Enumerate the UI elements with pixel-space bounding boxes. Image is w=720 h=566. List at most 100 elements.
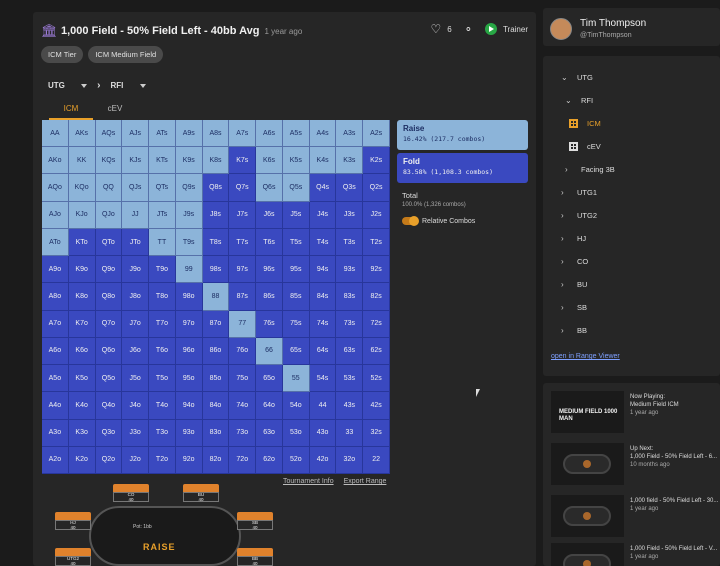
user-name[interactable]: Tim Thompson	[580, 18, 646, 29]
hand-cell[interactable]: 42o	[309, 446, 337, 474]
hand-cell[interactable]: K4o	[68, 392, 96, 420]
hand-cell[interactable]: K5s	[282, 147, 310, 175]
hand-cell[interactable]: J6o	[122, 337, 150, 366]
hand-cell[interactable]: QQ	[95, 174, 123, 202]
hand-cell[interactable]: J9s	[175, 201, 203, 229]
hand-cell[interactable]: J2s	[363, 201, 390, 229]
hand-cell[interactable]: QJo	[95, 201, 123, 229]
play-icon[interactable]	[484, 23, 497, 35]
hand-cell[interactable]: A8o	[42, 283, 69, 311]
hand-cell[interactable]: 72o	[229, 446, 257, 474]
hand-cell[interactable]: 85o	[202, 365, 230, 393]
hand-cell[interactable]: K9o	[68, 256, 96, 284]
hand-cell[interactable]: A9s	[175, 120, 203, 148]
hand-cell[interactable]: AJs	[122, 120, 150, 148]
tree-item-utg1[interactable]: › UTG1	[561, 186, 597, 198]
hand-cell[interactable]: 98s	[202, 256, 230, 284]
hand-cell[interactable]: 95o	[175, 365, 203, 393]
hand-cell[interactable]: QJs	[122, 174, 150, 202]
hand-cell[interactable]: KJs	[122, 147, 150, 175]
tree-item-bb[interactable]: › BB	[561, 324, 587, 336]
chip-icm-tier[interactable]: ICM Tier	[41, 46, 84, 63]
hand-cell[interactable]: Q8o	[95, 283, 123, 311]
hand-cell[interactable]: J8s	[202, 201, 230, 229]
hand-cell[interactable]: Q3o	[95, 419, 123, 447]
hand-cell[interactable]: Q6s	[256, 174, 283, 202]
hand-cell[interactable]: 87o	[202, 310, 230, 338]
hand-cell[interactable]: KTs	[149, 147, 176, 175]
hand-cell[interactable]: 94s	[309, 256, 337, 284]
hand-cell[interactable]: A4o	[42, 392, 69, 420]
hand-cell[interactable]: 53o	[282, 419, 310, 447]
legend-raise[interactable]: Raise 16.42% (217.7 combos)	[397, 120, 528, 150]
tab-cev[interactable]: cEV	[93, 104, 137, 120]
hand-cell[interactable]: 76o	[229, 337, 257, 366]
hand-cell[interactable]: T6o	[149, 337, 176, 366]
hand-cell[interactable]: 87s	[229, 283, 257, 311]
heart-icon[interactable]: ♡	[431, 22, 442, 36]
hand-cell[interactable]: T3o	[149, 419, 176, 447]
video-thumbnail[interactable]	[551, 495, 624, 537]
seat-bu[interactable]: BU 40	[183, 484, 219, 502]
hand-cell[interactable]: 53s	[336, 365, 364, 393]
hand-cell[interactable]: 74o	[229, 392, 257, 420]
hand-cell[interactable]: 76s	[256, 310, 283, 338]
hand-cell[interactable]: Q2s	[363, 174, 390, 202]
position-select[interactable]: UTG	[48, 81, 88, 90]
hand-cell[interactable]: A7o	[42, 310, 69, 338]
hand-cell[interactable]: Q4o	[95, 392, 123, 420]
hand-cell[interactable]: 52o	[282, 446, 310, 474]
seat-bb[interactable]: BB 40	[237, 548, 273, 566]
hand-cell[interactable]: J4o	[122, 392, 150, 420]
tree-item-sb[interactable]: › SB	[561, 301, 587, 313]
hand-cell[interactable]: 63o	[256, 419, 283, 447]
hand-cell[interactable]: K7s	[229, 147, 257, 175]
hand-cell[interactable]: 96s	[256, 256, 283, 284]
hand-cell[interactable]: KQs	[95, 147, 123, 175]
tree-item-utg2[interactable]: › UTG2	[561, 209, 597, 221]
hand-cell[interactable]: 92s	[363, 256, 390, 284]
hand-cell[interactable]: AQs	[95, 120, 123, 148]
hand-cell[interactable]: A8s	[202, 120, 230, 148]
relative-combos-toggle[interactable]	[402, 216, 419, 226]
hand-cell[interactable]: 86s	[256, 283, 283, 311]
legend-fold[interactable]: Fold 83.58% (1,108.3 combos)	[397, 153, 528, 183]
hand-cell[interactable]: T5s	[282, 228, 310, 257]
avatar[interactable]	[550, 18, 572, 40]
hand-cell[interactable]: J5o	[122, 365, 150, 393]
hand-cell[interactable]: JJ	[122, 201, 150, 229]
hand-cell[interactable]: 63s	[336, 337, 364, 366]
hand-cell[interactable]: AKo	[42, 147, 69, 175]
hand-cell[interactable]: 62o	[256, 446, 283, 474]
hand-cell[interactable]: Q3s	[336, 174, 364, 202]
tree-item-bu[interactable]: › BU	[561, 278, 587, 290]
tree-item-icm[interactable]: ICM	[569, 117, 601, 129]
hand-cell[interactable]: 84o	[202, 392, 230, 420]
hand-cell[interactable]: K3s	[336, 147, 364, 175]
hand-cell[interactable]: A6o	[42, 337, 69, 366]
hand-cell[interactable]: 65o	[256, 365, 283, 393]
hand-cell[interactable]: ATs	[149, 120, 176, 148]
hand-cell[interactable]: J6s	[256, 201, 283, 229]
hand-cell[interactable]: KTo	[68, 228, 96, 257]
hand-cell[interactable]: T3s	[336, 228, 364, 257]
tab-icm[interactable]: ICM	[49, 104, 93, 120]
list-item[interactable]: 1,000 field - 50% Field Left - 30... 1 ye…	[630, 497, 720, 513]
hand-cell[interactable]: T4o	[149, 392, 176, 420]
hand-cell[interactable]: J4s	[309, 201, 337, 229]
hand-cell[interactable]: K8o	[68, 283, 96, 311]
hand-cell[interactable]: T8o	[149, 283, 176, 311]
hand-cell[interactable]: 74s	[309, 310, 337, 338]
chip-icm-medium-field[interactable]: ICM Medium Field	[88, 46, 164, 63]
list-item[interactable]: Now Playing: Medium Field ICM 1 year ago	[630, 393, 720, 417]
hand-cell[interactable]: 73s	[336, 310, 364, 338]
hand-cell[interactable]: T7s	[229, 228, 257, 257]
hand-cell[interactable]: 64s	[309, 337, 337, 366]
tree-item-utg[interactable]: ⌄ UTG	[561, 71, 593, 83]
hand-cell[interactable]: Q5s	[282, 174, 310, 202]
hand-cell[interactable]: T2s	[363, 228, 390, 257]
hand-cell[interactable]: Q9o	[95, 256, 123, 284]
hand-cell[interactable]: Q7s	[229, 174, 257, 202]
hand-cell[interactable]: 95s	[282, 256, 310, 284]
hand-cell[interactable]: 98o	[175, 283, 203, 311]
